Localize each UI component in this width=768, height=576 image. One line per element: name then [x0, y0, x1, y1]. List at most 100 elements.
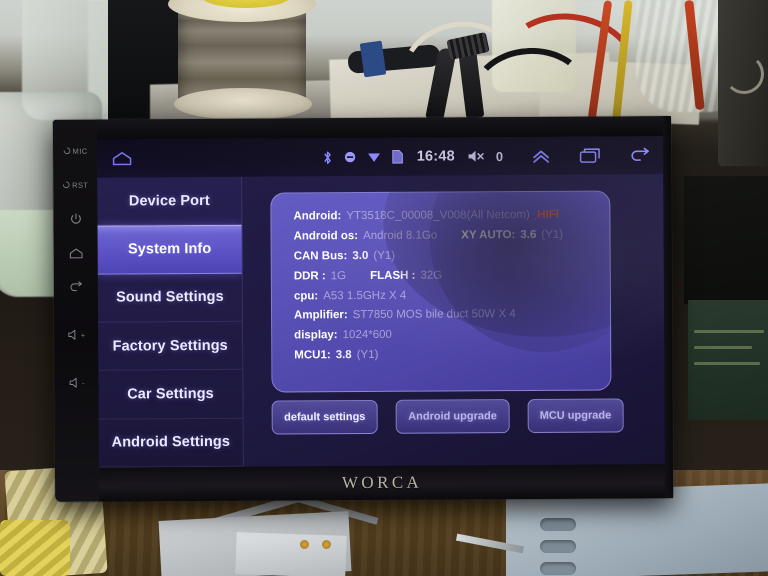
mic-button-label: MIC	[72, 146, 88, 156]
info-row: Amplifier: ST7850 MOS bile duct 50W X 4	[294, 307, 610, 323]
android-upgrade-button[interactable]: Android upgrade	[395, 399, 510, 434]
sidebar-item-label: Android Settings	[111, 434, 231, 451]
info-row-value: 3.6	[520, 228, 537, 241]
info-row: Android: YT3518C_00008_V008(All Netcom) _H…	[293, 207, 609, 223]
bluetooth-icon	[322, 150, 333, 165]
panel-slot	[540, 562, 576, 575]
sidebar-item-factory-settings[interactable]: Factory Settings	[98, 321, 243, 371]
workbench-photo-scene: MIC RST + - 16:48 0 Device Port System I…	[0, 0, 768, 576]
spool-flange-bottom	[174, 88, 312, 120]
info-row: display: 1024*600	[294, 327, 610, 343]
metal-hook	[724, 54, 764, 94]
reset-button-label: RST	[72, 180, 89, 190]
yellow-coiled-wire	[0, 520, 70, 576]
sidebar-item-label: Device Port	[128, 192, 210, 210]
info-row-key: Amplifier:	[294, 309, 348, 322]
settings-body: Device Port System Info Sound Settings F…	[97, 174, 665, 468]
mcu-upgrade-button[interactable]: MCU upgrade	[527, 398, 624, 433]
info-row-value: (Y1)	[356, 349, 379, 362]
metal-bracket-2	[235, 532, 347, 576]
status-clock: 16:48	[416, 148, 455, 165]
info-row-key: DDR :	[293, 269, 326, 283]
panel-slot	[540, 518, 576, 531]
mic-button[interactable]: MIC	[56, 136, 94, 166]
back-button[interactable]	[57, 272, 95, 302]
action-button-row: default settings Android upgrade MCU upgra…	[271, 398, 624, 435]
chevron-up-icon[interactable]	[531, 148, 551, 163]
sidebar-item-system-info[interactable]: System Info	[97, 225, 242, 275]
info-row-key: CAN Bus:	[293, 249, 348, 263]
sidebar-item-label: Car Settings	[127, 385, 214, 403]
info-row-value: A53 1.5GHz X 4	[323, 289, 407, 302]
sidebar-item-label: Factory Settings	[112, 337, 228, 355]
info-row-value: FLASH :	[370, 269, 416, 282]
reset-button[interactable]: RST	[56, 170, 94, 200]
status-icons-group: 16:48 0	[322, 147, 663, 165]
panel-slot	[540, 540, 576, 553]
default-settings-button[interactable]: default settings	[271, 399, 378, 435]
info-row-key: MCU1:	[294, 349, 331, 362]
sim-card-icon	[391, 150, 403, 164]
wifi-icon	[367, 151, 381, 163]
sidebar-item-label: System Info	[127, 240, 212, 258]
home-nav-button[interactable]	[111, 150, 133, 166]
brand-logo: WORCA	[341, 472, 423, 493]
power-button[interactable]	[56, 204, 94, 234]
pcb-trace	[694, 346, 752, 349]
settings-sidebar: Device Port System Info Sound Settings F…	[97, 176, 244, 468]
info-row-value: 1024*600	[342, 329, 392, 342]
info-row-value: (Y1)	[373, 249, 396, 262]
status-bar: 16:48 0	[96, 136, 664, 178]
home-button[interactable]	[57, 238, 95, 268]
volume-down-button[interactable]: -	[57, 368, 95, 398]
info-row-value: 32G	[420, 269, 443, 282]
volume-up-button[interactable]: +	[57, 320, 95, 350]
volume-up-label: +	[80, 330, 86, 340]
info-row-value: Android 8.1Go	[363, 229, 438, 242]
info-row: MCU1: 3.8 (Y1)	[294, 347, 610, 363]
dnd-icon	[344, 151, 356, 163]
volume-mute-icon	[467, 149, 485, 163]
circuit-board-right	[688, 300, 768, 420]
sidebar-item-car-settings[interactable]: Car Settings	[98, 370, 243, 420]
info-row-value: 3.8	[335, 349, 352, 362]
button-label: default settings	[284, 410, 366, 424]
info-row: CAN Bus: 3.0 (Y1)	[294, 247, 610, 263]
info-row-key: Android:	[293, 210, 342, 223]
info-row-value: 1G	[330, 269, 347, 282]
pcb-trace	[694, 362, 760, 365]
info-row: cpu: A53 1.5GHz X 4	[294, 287, 610, 303]
volume-down-label: -	[81, 378, 85, 388]
settings-content: Android: YT3518C_00008_V008(All Netcom) _H…	[242, 174, 665, 467]
info-row-value: XY AUTO:	[461, 228, 516, 242]
bottom-bezel: WORCA	[98, 464, 666, 502]
speaker-icon	[67, 329, 75, 340]
info-row-value: ST7850 MOS bile duct 50W X 4	[352, 308, 516, 322]
home-icon	[112, 152, 132, 166]
side-button-panel: MIC RST + -	[53, 120, 99, 502]
back-arrow-icon	[70, 280, 82, 291]
recents-icon[interactable]	[579, 148, 601, 164]
button-label: Android upgrade	[408, 410, 497, 423]
back-arrow-icon[interactable]	[629, 147, 651, 163]
power-icon	[70, 213, 81, 224]
info-row-value: YT3518C_00008_V008(All Netcom)	[346, 208, 530, 223]
info-row-key: cpu:	[293, 289, 319, 302]
button-label: MCU upgrade	[539, 409, 612, 422]
sidebar-item-android-settings[interactable]: Android Settings	[98, 418, 243, 468]
home-icon	[69, 248, 83, 258]
pcb-trace	[694, 330, 764, 333]
dark-board-right	[684, 176, 768, 304]
info-row-value: 3.0	[352, 249, 369, 262]
lcd-screen: 16:48 0 Device Port System Info Sound Se…	[96, 136, 665, 468]
power-circle-icon	[62, 181, 70, 189]
info-row-value: (Y1)	[541, 228, 564, 241]
info-row-key: display:	[294, 329, 338, 342]
info-row: DDR : 1G FLASH : 32G	[294, 267, 610, 283]
info-row-value: _HIFI	[530, 208, 559, 221]
screw	[300, 540, 309, 549]
sidebar-item-sound-settings[interactable]: Sound Settings	[97, 273, 243, 323]
screw	[322, 540, 331, 549]
sidebar-item-label: Sound Settings	[116, 289, 224, 306]
sidebar-item-device-port[interactable]: Device Port	[97, 176, 242, 226]
